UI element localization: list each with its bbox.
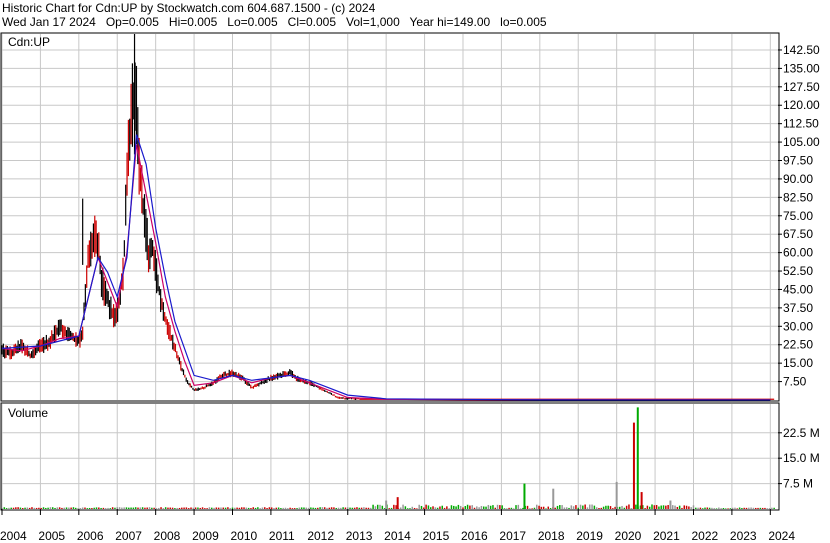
price-tick-label: 67.50: [783, 227, 813, 241]
x-tick-label: 2013: [346, 529, 373, 543]
x-tick-label: 2011: [269, 529, 295, 543]
x-tick-label: 2024: [768, 529, 795, 543]
price-tick-label: 105.00: [783, 135, 820, 149]
volume-y-axis: 7.5 M 15.0 M 22.5 M: [778, 426, 820, 491]
x-tick-label: 2008: [154, 529, 181, 543]
x-tick-label: 2016: [461, 529, 488, 543]
price-tick-label: 127.50: [783, 80, 820, 94]
x-tick-label: 2015: [423, 529, 450, 543]
price-panel-label: Cdn:UP: [8, 35, 50, 49]
price-tick-label: 22.50: [783, 338, 813, 352]
price-tick-label: 15.00: [783, 356, 813, 370]
x-axis: 2004 2005 2006 2007 2008 2009 2010 2011 2012 2013…: [0, 509, 795, 543]
volume-tick-label: 7.5 M: [783, 477, 813, 491]
x-tick-label: 2019: [576, 529, 603, 543]
x-tick-label: 2018: [538, 529, 565, 543]
price-y-axis: 7.50 15.00 22.50 30.00 37.50 45.00 52.50 60.00 6…: [778, 43, 820, 389]
price-tick-label: 120.00: [783, 98, 820, 112]
x-tick-label: 2004: [0, 529, 27, 543]
x-tick-label: 2012: [307, 529, 334, 543]
volume-panel-label: Volume: [8, 406, 48, 420]
x-tick-label: 2006: [77, 529, 104, 543]
x-tick-label: 2014: [384, 529, 411, 543]
volume-tick-label: 15.0 M: [783, 451, 820, 465]
price-tick-label: 45.00: [783, 282, 813, 296]
x-tick-label: 2022: [691, 529, 718, 543]
x-tick-label: 2007: [115, 529, 142, 543]
price-tick-label: 90.00: [783, 172, 813, 186]
price-tick-label: 37.50: [783, 301, 813, 315]
x-tick-label: 2020: [615, 529, 642, 543]
price-tick-label: 30.00: [783, 319, 813, 333]
volume-tick-label: 22.5 M: [783, 426, 820, 440]
price-tick-label: 97.50: [783, 154, 813, 168]
price-tick-label: 135.00: [783, 61, 820, 75]
price-tick-label: 52.50: [783, 264, 813, 278]
x-tick-label: 2010: [230, 529, 257, 543]
price-tick-label: 60.00: [783, 246, 813, 260]
x-tick-label: 2021: [653, 529, 680, 543]
price-tick-label: 75.00: [783, 209, 813, 223]
x-tick-label: 2023: [730, 529, 757, 543]
price-tick-label: 82.50: [783, 190, 813, 204]
price-tick-label: 112.50: [783, 117, 819, 131]
price-tick-label: 142.50: [783, 43, 820, 57]
stock-chart: Cdn:UP Volume 7.50 15.00 22.50 30.00 37.50 45…: [0, 32, 820, 543]
price-grid: [1, 34, 778, 509]
x-tick-label: 2009: [192, 529, 219, 543]
x-tick-label: 2017: [499, 529, 526, 543]
x-tick-label: 2005: [38, 529, 65, 543]
volume-grid: [2, 432, 778, 485]
price-tick-label: 7.50: [783, 375, 807, 389]
